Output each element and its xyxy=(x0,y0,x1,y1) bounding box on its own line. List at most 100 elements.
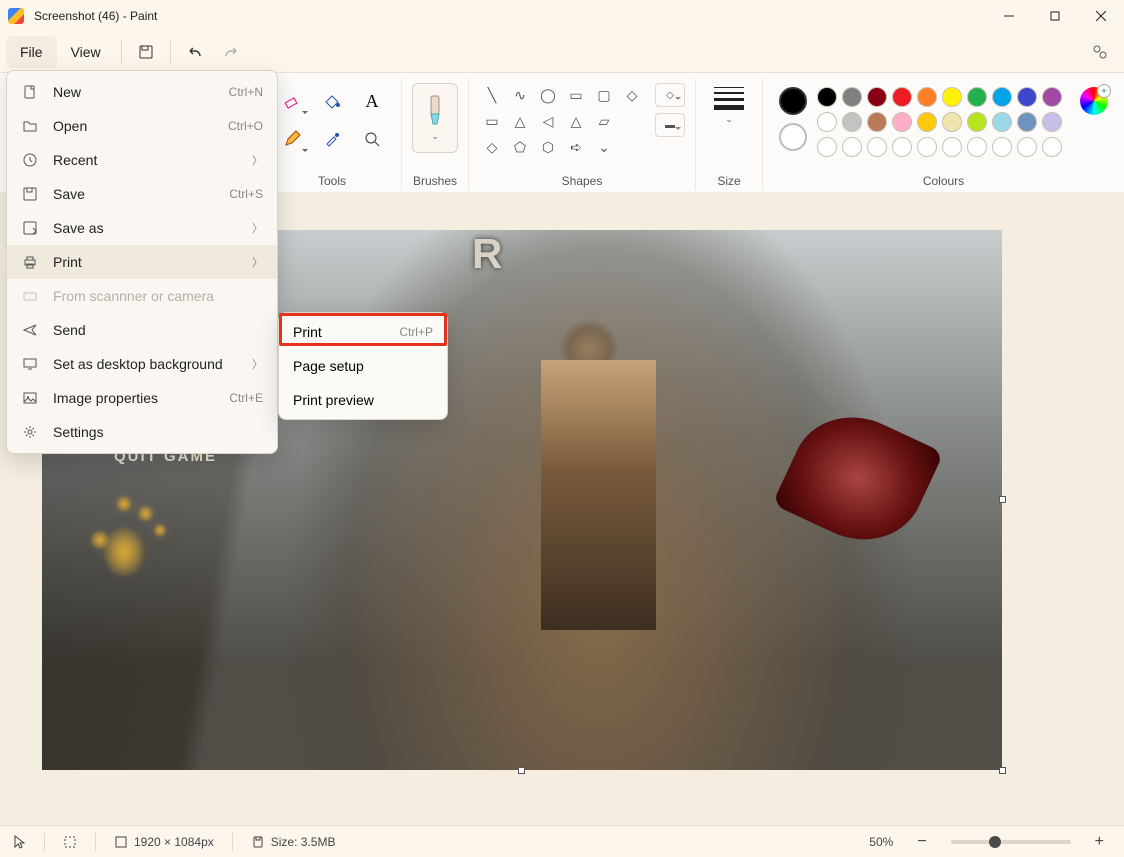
file-menu-save-as[interactable]: Save as 〉 xyxy=(7,211,277,245)
print-submenu-print[interactable]: PrintCtrl+P xyxy=(279,315,447,349)
file-menu-print[interactable]: Print〉 xyxy=(7,245,277,279)
dimensions-indicator: 1920 × 1084px xyxy=(114,835,214,849)
menu-item-label: Recent xyxy=(53,152,97,168)
brushes-button[interactable]: ⌄ xyxy=(412,83,458,153)
brushes-label: Brushes xyxy=(413,170,457,188)
colour-swatch[interactable] xyxy=(892,137,912,157)
fill-tool[interactable] xyxy=(313,83,351,119)
filesize-indicator: Size: 3.5MB xyxy=(251,835,336,849)
colour-swatch[interactable] xyxy=(867,112,887,132)
colour-swatch[interactable] xyxy=(942,112,962,132)
colour-2[interactable] xyxy=(779,123,807,151)
zoom-in-button[interactable]: + xyxy=(1089,833,1110,851)
tools-group: A Tools xyxy=(263,79,402,190)
resize-handle-right[interactable] xyxy=(999,496,1006,503)
text-tool[interactable]: A xyxy=(353,83,391,119)
file-menu-set-as-desktop-background[interactable]: Set as desktop background〉 xyxy=(7,347,277,381)
file-menu-settings[interactable]: Settings xyxy=(7,415,277,449)
colour-swatch[interactable] xyxy=(967,87,987,107)
status-bar: 1920 × 1084px Size: 3.5MB 50% − + xyxy=(0,825,1124,857)
file-menu-recent[interactable]: Recent〉 xyxy=(7,143,277,177)
menu-item-label: Image properties xyxy=(53,390,158,406)
colour-swatch[interactable] xyxy=(892,87,912,107)
file-tab[interactable]: File xyxy=(6,36,57,68)
brushes-group: ⌄ Brushes xyxy=(402,79,469,190)
maximize-button[interactable] xyxy=(1032,0,1078,32)
zoom-slider[interactable] xyxy=(951,840,1071,844)
file-menu-open[interactable]: OpenCtrl+O xyxy=(7,109,277,143)
menu-item-label: Save as xyxy=(53,220,104,236)
eraser-tool[interactable] xyxy=(273,83,311,119)
zoom-percent: 50% xyxy=(869,835,893,849)
colour-swatch[interactable] xyxy=(842,112,862,132)
colour-swatch[interactable] xyxy=(867,87,887,107)
game-logo-fragment: R xyxy=(472,230,502,278)
shapes-gallery[interactable]: ╲∿◯▭▢◇ ▭△◁△▱ ◇⬠⬡➪⌄ xyxy=(479,83,645,159)
pencil-tool[interactable] xyxy=(273,121,311,157)
minimize-button[interactable] xyxy=(986,0,1032,32)
colour-swatch[interactable] xyxy=(942,137,962,157)
colour-swatch[interactable] xyxy=(942,87,962,107)
colour-swatch[interactable] xyxy=(1042,112,1062,132)
file-menu: NewCtrl+NOpenCtrl+ORecent〉SaveCtrl+SSave… xyxy=(6,70,278,454)
close-button[interactable] xyxy=(1078,0,1124,32)
colour-swatch[interactable] xyxy=(1042,137,1062,157)
chevron-right-icon: 〉 xyxy=(252,254,263,270)
print-icon xyxy=(21,254,39,270)
colour-swatch[interactable] xyxy=(817,112,837,132)
colour-swatch[interactable] xyxy=(1017,137,1037,157)
colour-swatch[interactable] xyxy=(967,112,987,132)
colour-swatch[interactable] xyxy=(817,137,837,157)
colour-swatch[interactable] xyxy=(992,137,1012,157)
menu-bar: File View xyxy=(0,32,1124,72)
desktop-icon xyxy=(21,356,39,372)
chevron-right-icon: 〉 xyxy=(252,220,263,236)
folder-icon xyxy=(21,118,39,134)
colour-1[interactable] xyxy=(779,87,807,115)
save-quick-button[interactable] xyxy=(128,34,164,70)
colour-swatch[interactable] xyxy=(992,87,1012,107)
colour-swatch[interactable] xyxy=(917,137,937,157)
settings-shortcut-button[interactable] xyxy=(1082,34,1118,70)
colour-swatch[interactable] xyxy=(967,137,987,157)
picker-tool[interactable] xyxy=(313,121,351,157)
colour-swatch[interactable] xyxy=(917,112,937,132)
cursor-tool-indicator xyxy=(14,835,26,849)
colour-swatch[interactable] xyxy=(867,137,887,157)
gear-icon xyxy=(21,424,39,440)
colour-swatch[interactable] xyxy=(817,87,837,107)
edit-colours-button[interactable] xyxy=(1080,87,1108,115)
shape-outline-button[interactable]: ◇ xyxy=(655,83,685,107)
resize-handle-bottom[interactable] xyxy=(518,767,525,774)
chevron-down-icon: ⌄ xyxy=(725,114,733,125)
colour-swatch[interactable] xyxy=(1017,87,1037,107)
menu-item-label: Print preview xyxy=(293,392,374,408)
shape-fill-button[interactable]: ▬ xyxy=(655,113,685,137)
menu-item-label: From scannner or camera xyxy=(53,288,214,304)
colour-swatch[interactable] xyxy=(917,87,937,107)
file-menu-image-properties[interactable]: Image propertiesCtrl+E xyxy=(7,381,277,415)
print-submenu-print-preview[interactable]: Print preview xyxy=(279,383,447,417)
colour-swatches[interactable] xyxy=(817,87,1064,159)
size-label: Size xyxy=(717,170,740,188)
image-icon xyxy=(21,390,39,406)
colour-swatch[interactable] xyxy=(992,112,1012,132)
colour-swatch[interactable] xyxy=(892,112,912,132)
file-menu-save[interactable]: SaveCtrl+S xyxy=(7,177,277,211)
colour-swatch[interactable] xyxy=(842,87,862,107)
zoom-tool[interactable] xyxy=(353,121,391,157)
resize-handle-corner[interactable] xyxy=(999,767,1006,774)
size-button[interactable]: ⌄ xyxy=(706,83,752,129)
menu-item-label: Print xyxy=(293,324,322,340)
colour-swatch[interactable] xyxy=(1042,87,1062,107)
redo-button[interactable] xyxy=(213,34,249,70)
file-menu-send[interactable]: Send xyxy=(7,313,277,347)
colour-swatch[interactable] xyxy=(842,137,862,157)
view-tab[interactable]: View xyxy=(57,36,115,68)
colours-group: Colours xyxy=(763,79,1124,190)
undo-button[interactable] xyxy=(177,34,213,70)
zoom-out-button[interactable]: − xyxy=(911,833,932,851)
print-submenu-page-setup[interactable]: Page setup xyxy=(279,349,447,383)
colour-swatch[interactable] xyxy=(1017,112,1037,132)
file-menu-new[interactable]: NewCtrl+N xyxy=(7,75,277,109)
